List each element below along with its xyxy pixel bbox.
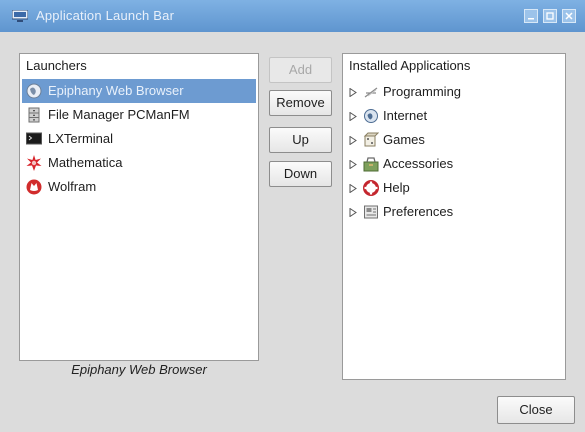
installed-applications-header: Installed Applications [349, 58, 471, 73]
globe-icon [364, 109, 378, 123]
file-cabinet-icon [28, 107, 40, 123]
tree-item-label: Games [383, 132, 425, 147]
tree-item-label: Accessories [383, 156, 454, 171]
app-launch-bar-dialog: Application Launch Bar Launchers Epiphan… [0, 0, 585, 432]
settings-icon [364, 205, 378, 219]
starburst-icon [26, 155, 42, 171]
launcher-item-file-manager[interactable]: File Manager PCManFM [22, 103, 256, 127]
launcher-item-epiphany[interactable]: Epiphany Web Browser [22, 79, 256, 103]
launcher-item-lxterminal[interactable]: LXTerminal [22, 127, 256, 151]
lifebuoy-icon [363, 180, 379, 196]
dice-icon [363, 132, 379, 147]
add-button[interactable]: Add [269, 57, 332, 83]
expander-arrow-icon[interactable] [349, 88, 357, 97]
tree-item-label: Programming [383, 84, 462, 99]
launchers-panel: Launchers Epiphany Web Browser File Mana… [19, 53, 259, 361]
expander-arrow-icon[interactable] [349, 136, 357, 145]
tree-item-programming[interactable]: Programming [345, 80, 563, 104]
installed-applications-panel: Installed Applications Programming Inter… [342, 53, 566, 380]
wolf-icon [26, 179, 42, 195]
expander-arrow-icon[interactable] [349, 184, 357, 193]
window-app-icon [12, 10, 28, 22]
tree-item-internet[interactable]: Internet [345, 104, 563, 128]
tree-item-preferences[interactable]: Preferences [345, 200, 563, 224]
expander-arrow-icon[interactable] [349, 208, 357, 217]
launcher-item-mathematica[interactable]: Mathematica [22, 151, 256, 175]
close-button[interactable]: Close [497, 396, 575, 424]
tree-item-help[interactable]: Help [345, 176, 563, 200]
launcher-item-wolfram[interactable]: Wolfram [22, 175, 256, 199]
expander-arrow-icon[interactable] [349, 112, 357, 121]
terminal-icon [26, 132, 42, 145]
globe-icon [26, 83, 42, 99]
close-icon [565, 12, 573, 20]
expander-arrow-icon[interactable] [349, 160, 357, 169]
minimize-button[interactable] [524, 9, 538, 23]
tree-item-label: Help [383, 180, 410, 195]
launcher-item-label: LXTerminal [48, 131, 114, 146]
tree-item-games[interactable]: Games [345, 128, 563, 152]
remove-button[interactable]: Remove [269, 90, 332, 116]
launchers-header: Launchers [26, 58, 87, 73]
tree-item-label: Preferences [383, 204, 454, 219]
tree-item-accessories[interactable]: Accessories [345, 152, 563, 176]
toolbox-icon [363, 157, 379, 172]
window-title: Application Launch Bar [36, 8, 175, 23]
minimize-icon [528, 18, 534, 20]
title-bar[interactable]: Application Launch Bar [0, 0, 585, 32]
maximize-button[interactable] [543, 9, 557, 23]
compass-icon [364, 87, 378, 98]
close-window-button[interactable] [562, 9, 576, 23]
down-button[interactable]: Down [269, 161, 332, 187]
tree-item-label: Internet [383, 108, 428, 123]
launcher-item-label: Mathematica [48, 155, 123, 170]
maximize-icon [546, 12, 554, 20]
selected-launcher-caption: Epiphany Web Browser [71, 362, 207, 377]
launcher-item-label: Epiphany Web Browser [48, 83, 184, 98]
up-button[interactable]: Up [269, 127, 332, 153]
launcher-item-label: Wolfram [48, 179, 97, 194]
launcher-item-label: File Manager PCManFM [48, 107, 190, 122]
